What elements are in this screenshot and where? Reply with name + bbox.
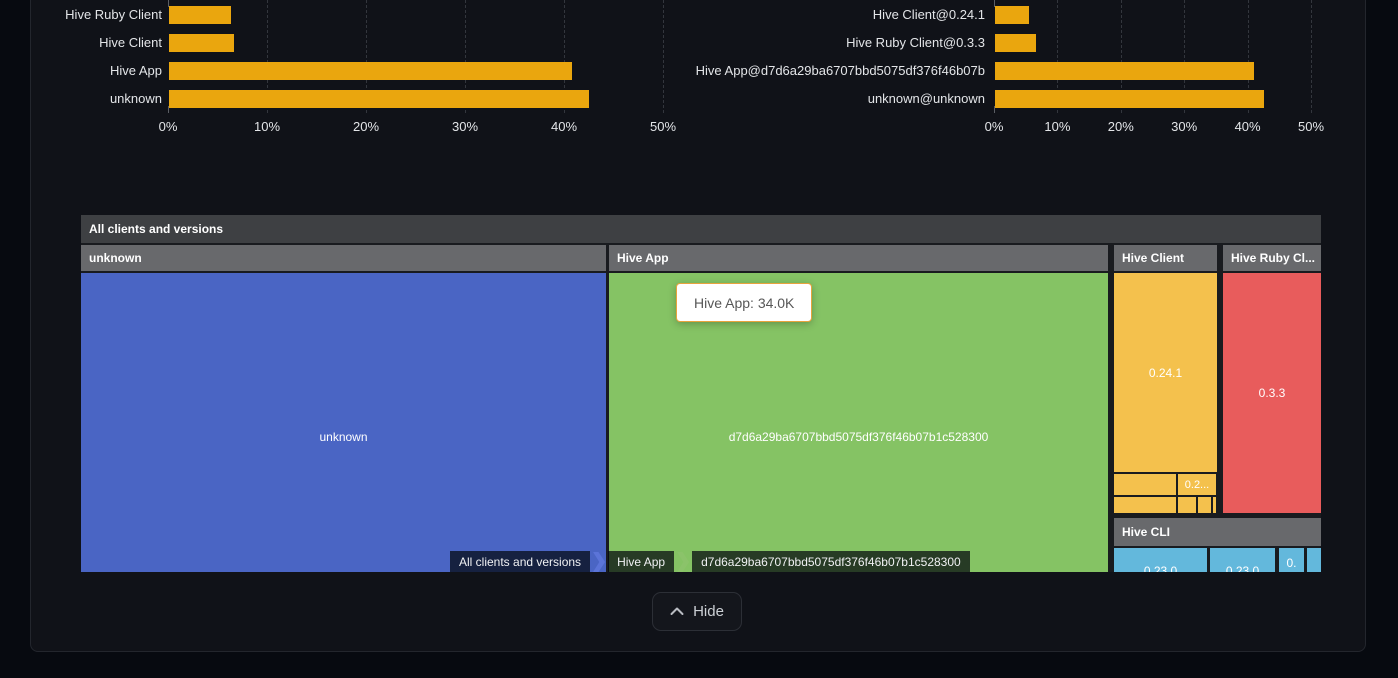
bar-hive-ruby-client-0-3-3[interactable]: [995, 34, 1036, 52]
bar-hive-ruby-client[interactable]: [169, 6, 231, 24]
breadcrumb-item-all-clients[interactable]: All clients and versions: [450, 551, 590, 572]
treemap-node-hive-client-tiny-d[interactable]: [1213, 497, 1216, 513]
bar-unknown-unknown[interactable]: [995, 90, 1264, 108]
treemap-node-hive-cli-1[interactable]: 0.23.0: [1114, 548, 1207, 572]
treemap-node-hive-cli-3[interactable]: 0.: [1279, 548, 1304, 572]
bar-hive-app-d7d6a29ba6707bbd5075df376f46b07b[interactable]: [995, 62, 1254, 80]
treemap-node-hive-client-0-24-1[interactable]: 0.24.1: [1114, 273, 1217, 472]
treemap-node-unknown[interactable]: unknown: [81, 273, 606, 572]
treemap-node-hive-cli-2[interactable]: 0.23.0: [1210, 548, 1275, 572]
gridline: [663, 0, 664, 113]
y-axis-category-label: Hive Client@0.24.1: [873, 7, 985, 23]
x-axis-tick-label: 0%: [136, 119, 200, 134]
x-axis-tick-label: 20%: [334, 119, 398, 134]
dashboard: 0%10%20%30%40%50%Hive Ruby ClientHive Cl…: [0, 0, 1398, 678]
bar-hive-client[interactable]: [169, 34, 234, 52]
treemap-section-hive-ruby-header[interactable]: Hive Ruby Cl...: [1223, 245, 1321, 271]
treemap-section-hive-app-header[interactable]: Hive App: [609, 245, 1108, 271]
treemap-node-hive-cli-4[interactable]: [1307, 548, 1321, 572]
treemap-section-hive-cli-header[interactable]: Hive CLI: [1114, 518, 1321, 546]
y-axis-category-label: unknown@unknown: [868, 91, 985, 107]
chart-tooltip: Hive App: 34.0K: [676, 283, 812, 322]
x-axis-tick-label: 40%: [532, 119, 596, 134]
treemap-node-hive-client-tiny-a[interactable]: [1114, 497, 1176, 513]
chevron-up-icon: [670, 607, 684, 616]
treemap-node-hive-client-0-2-label: 0.2...: [1185, 479, 1209, 491]
chart-tooltip-text: Hive App: 34.0K: [694, 295, 794, 311]
treemap-node-hive-client-0-2[interactable]: 0.2...: [1178, 474, 1216, 495]
breadcrumb-item-hive-app[interactable]: Hive App: [608, 551, 674, 572]
treemap-node-hive-ruby-0-3-3[interactable]: 0.3.3: [1223, 273, 1321, 513]
treemap-node-hive-client-tiny-c[interactable]: [1198, 497, 1211, 513]
gridline: [1311, 0, 1312, 113]
x-axis-tick-label: 40%: [1216, 119, 1280, 134]
hide-button-label: Hide: [693, 603, 724, 620]
breadcrumb-item-hash[interactable]: d7d6a29ba6707bbd5075df376f46b07b1c528300: [692, 551, 970, 572]
x-axis-tick-label: 30%: [1152, 119, 1216, 134]
y-axis-category-label: Hive Ruby Client@0.3.3: [846, 35, 985, 51]
treemap-section-hive-client-header[interactable]: Hive Client: [1114, 245, 1217, 271]
y-axis-category-label: Hive App: [110, 63, 162, 79]
treemap-node-hive-app-hash-label: d7d6a29ba6707bbd5075df376f46b07b1c528300: [729, 430, 989, 444]
bar-hive-client-0-24-1[interactable]: [995, 6, 1029, 24]
y-axis-category-label: unknown: [110, 91, 162, 107]
treemap-section-unknown-header[interactable]: unknown: [81, 245, 606, 271]
bar-hive-app[interactable]: [169, 62, 572, 80]
bar-unknown[interactable]: [169, 90, 589, 108]
breadcrumb-separator-icon: [677, 552, 689, 572]
y-axis-category-label: Hive Client: [99, 35, 162, 51]
y-axis-category-label: Hive Ruby Client: [65, 7, 162, 23]
treemap-node-hive-ruby-0-3-3-label: 0.3.3: [1259, 386, 1286, 400]
treemap-node-hive-client-tiny-b[interactable]: [1178, 497, 1196, 513]
x-axis-tick-label: 20%: [1089, 119, 1153, 134]
treemap-node-hive-cli-2-label: 0.23.0: [1210, 564, 1275, 572]
x-axis-tick-label: 30%: [433, 119, 497, 134]
treemap-node-hive-cli-3-label: 0.: [1279, 556, 1304, 570]
x-axis-tick-label: 50%: [631, 119, 695, 134]
treemap-all-clients-and-versions: All clients and versions unknown unknown…: [81, 215, 1321, 572]
treemap-title[interactable]: All clients and versions: [81, 215, 1321, 243]
x-axis-tick-label: 0%: [962, 119, 1026, 134]
x-axis-tick-label: 10%: [1025, 119, 1089, 134]
x-axis-tick-label: 50%: [1279, 119, 1343, 134]
breadcrumb-separator-icon: [593, 552, 605, 572]
treemap-node-hive-cli-1-label: 0.23.0: [1114, 564, 1207, 572]
treemap-node-unknown-label: unknown: [319, 430, 367, 444]
treemap-node-hive-client-0-24-1-label: 0.24.1: [1149, 366, 1182, 380]
breadcrumb: All clients and versions Hive App d7d6a2…: [450, 551, 970, 572]
hide-button[interactable]: Hide: [652, 592, 742, 631]
treemap-node-hive-client-minor[interactable]: [1114, 474, 1176, 495]
y-axis-category-label: Hive App@d7d6a29ba6707bbd5075df376f46b07…: [696, 63, 985, 79]
x-axis-tick-label: 10%: [235, 119, 299, 134]
